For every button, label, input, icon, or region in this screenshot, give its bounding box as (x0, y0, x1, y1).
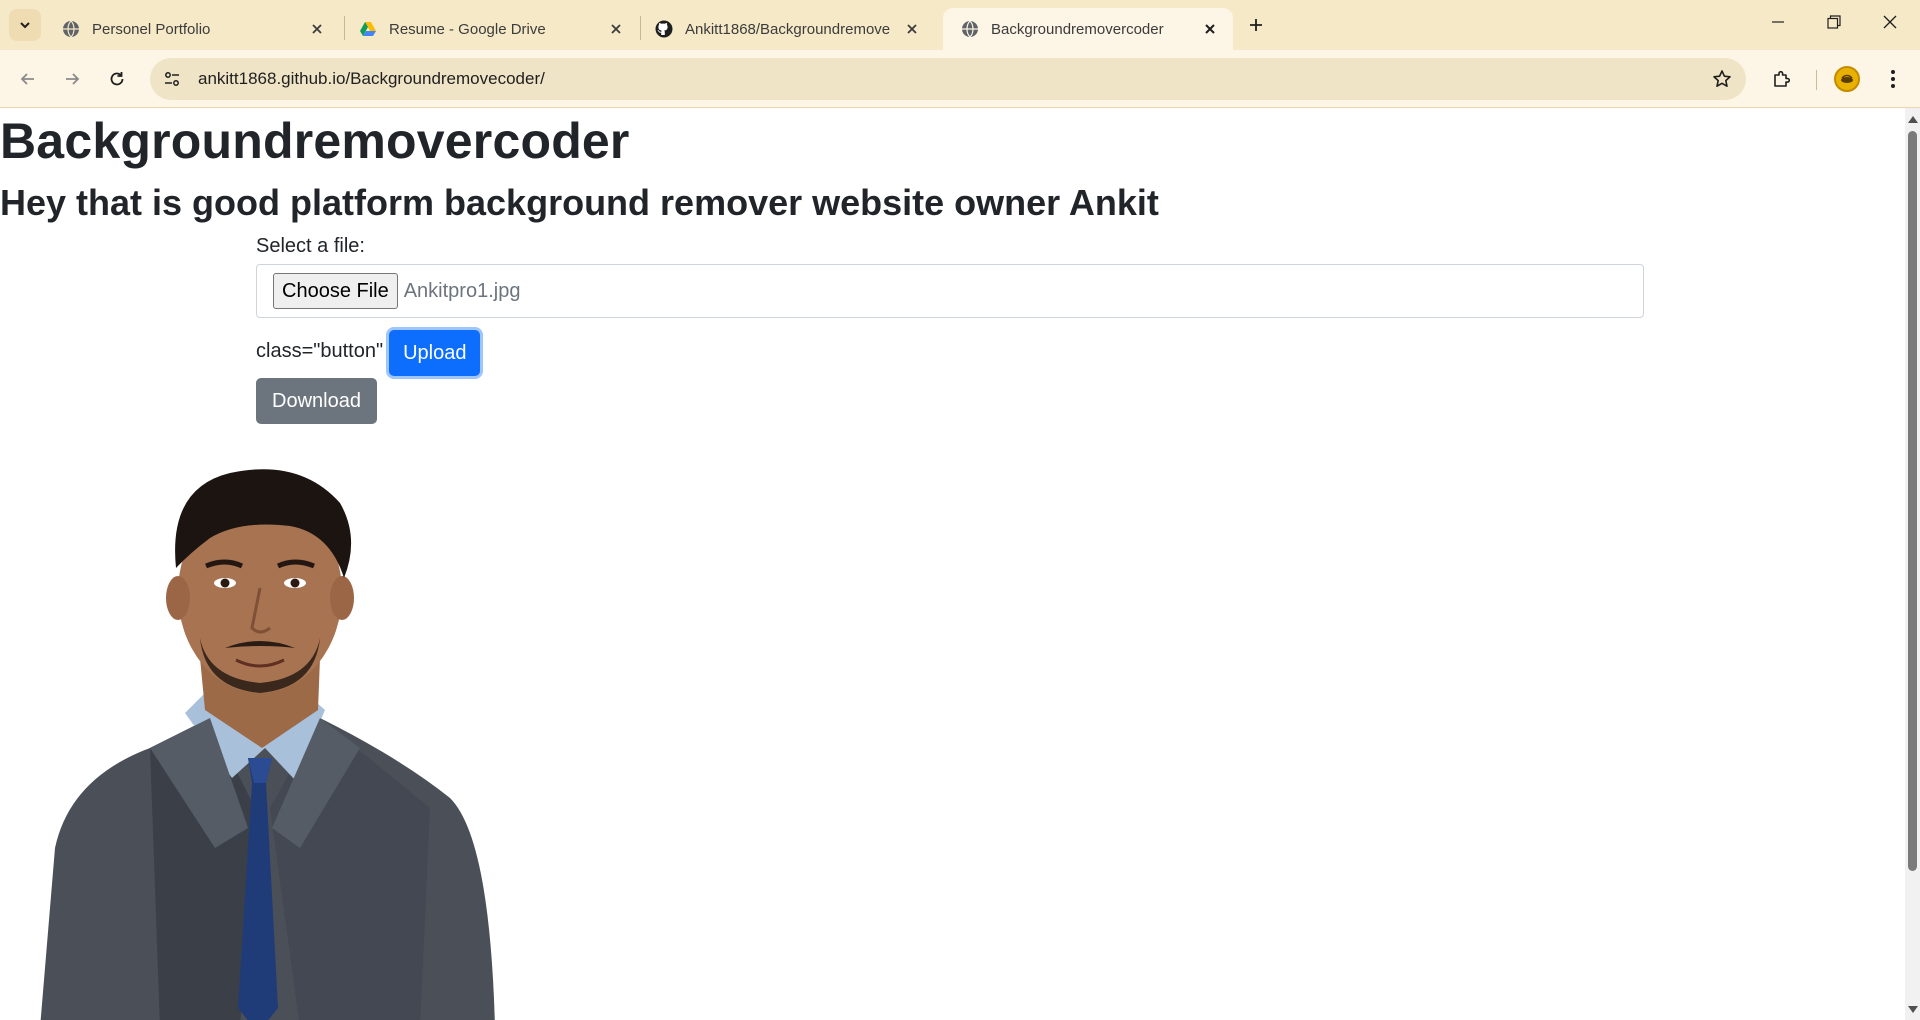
new-tab-button[interactable] (1242, 11, 1270, 39)
page-subtitle: Hey that is good platform background rem… (0, 182, 1159, 223)
reload-icon (110, 72, 124, 86)
tab-title: Personel Portfolio (92, 20, 211, 38)
tab-strip: Personel Portfolio Resume - Google Drive… (0, 0, 1920, 50)
close-window-button[interactable] (1862, 0, 1918, 44)
scrollbar-thumb[interactable] (1908, 131, 1917, 871)
bookmark-star-icon[interactable] (1710, 67, 1734, 91)
address-bar[interactable]: ankitt1868.github.io/Backgroundremovecod… (150, 58, 1746, 100)
arrow-right-icon (66, 73, 80, 85)
url-text: ankitt1868.github.io/Backgroundremovecod… (198, 69, 545, 88)
github-icon (655, 20, 673, 38)
file-input[interactable]: Choose File Ankitpro1.jpg (256, 264, 1644, 318)
result-photo (40, 469, 495, 1020)
tab-backgroundremovercoder[interactable]: Backgroundremovercoder (943, 8, 1233, 50)
more-vert-icon (1891, 70, 1895, 88)
close-icon[interactable] (901, 18, 923, 40)
scroll-down-arrow-icon[interactable] (1907, 1004, 1918, 1015)
minimize-button[interactable] (1750, 0, 1806, 44)
google-drive-icon (360, 22, 376, 36)
back-button[interactable] (12, 63, 44, 95)
plus-icon (1250, 19, 1262, 31)
tab-title: Backgroundremovercoder (991, 20, 1164, 38)
chevron-down-icon (20, 22, 30, 29)
close-icon[interactable] (605, 18, 627, 40)
close-icon[interactable] (306, 18, 328, 40)
reload-button[interactable] (101, 63, 133, 95)
file-label: Select a file: (256, 235, 365, 257)
page-scrollbar[interactable] (1905, 108, 1920, 1020)
tab-title: Ankitt1868/Backgroundremove (685, 20, 891, 38)
tab-github-repo[interactable]: Ankitt1868/Backgroundremove (637, 8, 935, 50)
arrow-left-icon (20, 73, 34, 85)
avatar (1834, 66, 1860, 92)
toolbar-divider (1816, 70, 1817, 90)
profile-button[interactable] (1831, 63, 1863, 95)
globe-icon (63, 20, 79, 38)
class-text: class="button" (256, 339, 384, 362)
puzzle-icon (1774, 70, 1791, 87)
upload-row: class="button" Upload (256, 328, 1644, 378)
tab-search-button[interactable] (9, 9, 41, 41)
scroll-up-arrow-icon[interactable] (1907, 113, 1918, 124)
close-icon[interactable] (1199, 18, 1221, 40)
forward-button[interactable] (56, 63, 88, 95)
selected-file-name: Ankitpro1.jpg (403, 279, 521, 302)
upload-button[interactable]: Upload (389, 330, 481, 376)
page-viewport: Backgroundremovercoder Hey that is good … (0, 108, 1905, 1020)
browser-toolbar: ankitt1868.github.io/Backgroundremovecod… (0, 50, 1920, 108)
download-button[interactable]: Download (256, 378, 377, 424)
page-title: Backgroundremovercoder (0, 113, 630, 169)
profile-avatar-icon (1841, 74, 1853, 83)
minimize-icon (1772, 21, 1784, 23)
extensions-button[interactable] (1766, 63, 1798, 95)
site-info-icon[interactable] (158, 65, 186, 93)
globe-icon (962, 20, 978, 38)
tab-personel-portfolio[interactable]: Personel Portfolio (44, 8, 340, 50)
upload-form: Select a file: Choose File Ankitpro1.jpg… (256, 234, 1644, 424)
tab-resume-google-drive[interactable]: Resume - Google Drive (341, 8, 639, 50)
restore-icon (1827, 15, 1841, 29)
choose-file-button[interactable]: Choose File (273, 273, 398, 309)
tab-title: Resume - Google Drive (389, 20, 546, 38)
close-icon (1883, 15, 1897, 29)
restore-button[interactable] (1806, 0, 1862, 44)
browser-menu-button[interactable] (1877, 63, 1909, 95)
